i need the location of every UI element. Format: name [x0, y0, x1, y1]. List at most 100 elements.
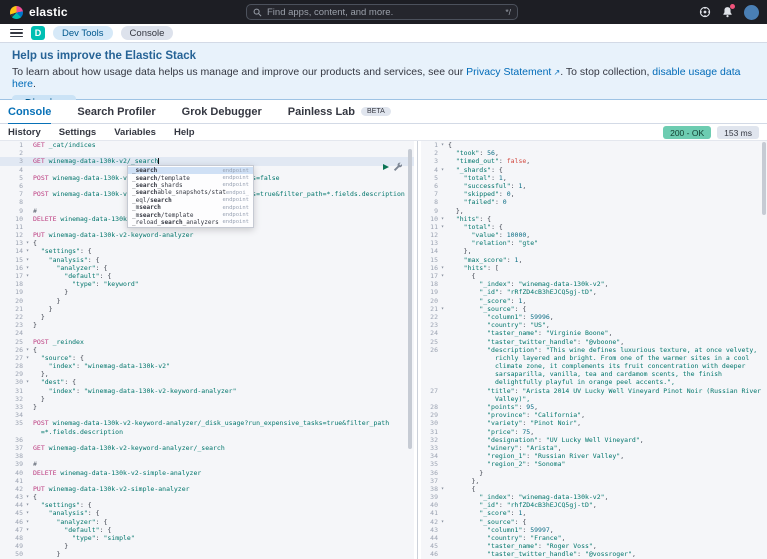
output-line-8[interactable]: 8 "failed": 0: [421, 198, 767, 206]
output-line-42[interactable]: 42▾ "_source": {: [421, 518, 767, 526]
output-line-22[interactable]: 22 "column1": 59996,: [421, 313, 767, 321]
global-search-input[interactable]: Find apps, content, and more. */: [246, 4, 518, 20]
output-line-18[interactable]: 18 "_index": "winemag-data-130k-v2",: [421, 280, 767, 288]
editor-line-24[interactable]: 24: [0, 329, 414, 337]
editor-line-44[interactable]: 44▾ "settings": {: [0, 501, 414, 509]
output-line-21[interactable]: 21▾ "_source": {: [421, 305, 767, 313]
autocomplete-item--reload-search-analyzers[interactable]: _reload_search_analyzersendpoint: [128, 219, 253, 226]
help-gear-icon[interactable]: [699, 6, 711, 18]
pane-resizer[interactable]: [417, 141, 418, 559]
editor-line-18[interactable]: 18 "type": "keyword": [0, 280, 414, 288]
editor-line-28[interactable]: 28 "index": "winemag-data-130k-v2": [0, 362, 414, 370]
tab-search-profiler[interactable]: Search Profiler: [77, 100, 155, 124]
console-menu-variables[interactable]: Variables: [114, 127, 156, 138]
editor-line-17[interactable]: 17▾ "default": {: [0, 272, 414, 280]
editor-line-46[interactable]: 46▾ "analyzer": {: [0, 518, 414, 526]
output-line-25[interactable]: 25 "taster_twitter_handle": "@vboone",: [421, 338, 767, 346]
editor-line-37[interactable]: 37GET winemag-data-130k-v2-keyword-analy…: [0, 444, 414, 452]
output-line-30[interactable]: 30 "variety": "Pinot Noir",: [421, 419, 767, 427]
output-line-27[interactable]: 27 "title": "Arista 2014 UV Lucky Well V…: [421, 387, 767, 395]
editor-line-47[interactable]: 47▾ "default": {: [0, 526, 414, 534]
editor-line-36[interactable]: 36: [0, 436, 414, 444]
output-line-24[interactable]: 24 "taster_name": "Virginie Boone",: [421, 329, 767, 337]
output-line-45[interactable]: 45 "taster_name": "Roger Voss",: [421, 542, 767, 550]
editor-line-48[interactable]: 48 "type": "simple": [0, 534, 414, 542]
output-line-39[interactable]: 39 "_index": "winemag-data-130k-v2",: [421, 493, 767, 501]
output-line-2[interactable]: 2 "took": 56,: [421, 149, 767, 157]
breadcrumb-dev-tools[interactable]: Dev Tools: [53, 26, 113, 40]
output-line-9[interactable]: 9 },: [421, 207, 767, 215]
output-line-wrap[interactable]: Valley)",: [421, 395, 767, 403]
output-line-44[interactable]: 44 "country": "France",: [421, 534, 767, 542]
autocomplete-item--msearch-template[interactable]: _msearch/templateendpoint: [128, 211, 253, 218]
autocomplete-item--search-shards[interactable]: _search_shardsendpoint: [128, 182, 253, 189]
editor-line-19[interactable]: 19 }: [0, 288, 414, 296]
output-line-15[interactable]: 15 "max_score": 1,: [421, 256, 767, 264]
console-menu-help[interactable]: Help: [174, 127, 195, 138]
output-line-32[interactable]: 32 "designation": "UV Lucky Well Vineyar…: [421, 436, 767, 444]
editor-line-23[interactable]: 23}: [0, 321, 414, 329]
output-line-10[interactable]: 10▾ "hits": {: [421, 215, 767, 223]
autocomplete-item--search-template[interactable]: _search/templateendpoint: [128, 174, 253, 181]
output-line-3[interactable]: 3 "timed_out": false,: [421, 157, 767, 165]
editor-line-12[interactable]: 12PUT winemag-data-130k-v2-keyword-analy…: [0, 231, 414, 239]
tab-painless-lab[interactable]: Painless LabBETA: [288, 100, 391, 124]
output-scrollbar[interactable]: [762, 142, 766, 215]
output-line-4[interactable]: 4▾ "_shards": {: [421, 166, 767, 174]
editor-line-43[interactable]: 43▾{: [0, 493, 414, 501]
editor-line-21[interactable]: 21 }: [0, 305, 414, 313]
editor-line-45[interactable]: 45▾ "analysis": {: [0, 509, 414, 517]
editor-line-16[interactable]: 16▾ "analyzer": {: [0, 264, 414, 272]
wrench-icon[interactable]: [393, 158, 402, 176]
output-line-wrap[interactable]: sarsaparilla, vanilla, tea and cardamom …: [421, 370, 767, 378]
console-menu-settings[interactable]: Settings: [59, 127, 96, 138]
user-avatar[interactable]: [744, 5, 759, 20]
output-line-17[interactable]: 17▾ {: [421, 272, 767, 280]
output-line-13[interactable]: 13 "relation": "gte": [421, 239, 767, 247]
output-line-wrap[interactable]: climate zone, it complements its fruit c…: [421, 362, 767, 370]
editor-line-32[interactable]: 32 }: [0, 395, 414, 403]
editor-line-35[interactable]: 35POST winemag-data-130k-v2-keyword-anal…: [0, 419, 414, 427]
editor-line-34[interactable]: 34: [0, 411, 414, 419]
editor-line-39[interactable]: 39#: [0, 460, 414, 468]
editor-line-2[interactable]: 2: [0, 149, 414, 157]
editor-line-14[interactable]: 14▾ "settings": {: [0, 247, 414, 255]
output-line-26[interactable]: 26 "description": "This wine defines lux…: [421, 346, 767, 354]
editor-line-30[interactable]: 30▾ "dest": {: [0, 378, 414, 386]
elastic-brand[interactable]: elastic: [10, 5, 68, 19]
privacy-statement-link[interactable]: Privacy Statement: [466, 66, 551, 78]
autocomplete-item--eql-search[interactable]: _eql/searchendpoint: [128, 197, 253, 204]
menu-hamburger-icon[interactable]: [10, 29, 23, 38]
response-output[interactable]: 1▾{2 "took": 56,3 "timed_out": false,4▾ …: [421, 141, 767, 559]
editor-line-22[interactable]: 22 }: [0, 313, 414, 321]
output-line-16[interactable]: 16▾ "hits": [: [421, 264, 767, 272]
editor-line-49[interactable]: 49 }: [0, 542, 414, 550]
editor-line-41[interactable]: 41: [0, 477, 414, 485]
editor-line-50[interactable]: 50 }: [0, 550, 414, 558]
output-line-37[interactable]: 37 },: [421, 477, 767, 485]
console-menu-history[interactable]: History: [8, 127, 41, 138]
notifications-bell-icon[interactable]: [722, 6, 733, 18]
request-editor[interactable]: 1GET _cat/indices23GET winemag-data-130k…: [0, 141, 414, 559]
editor-line-38[interactable]: 38: [0, 452, 414, 460]
editor-line-wrap[interactable]: =*.fields.description: [0, 428, 414, 436]
tab-console[interactable]: Console: [8, 100, 51, 124]
output-line-38[interactable]: 38▾ {: [421, 485, 767, 493]
editor-line-25[interactable]: 25POST _reindex: [0, 338, 414, 346]
output-line-36[interactable]: 36 }: [421, 469, 767, 477]
editor-line-27[interactable]: 27▾ "source": {: [0, 354, 414, 362]
editor-line-13[interactable]: 13▾{: [0, 239, 414, 247]
output-line-28[interactable]: 28 "points": 95,: [421, 403, 767, 411]
output-line-12[interactable]: 12 "value": 10000,: [421, 231, 767, 239]
output-line-5[interactable]: 5 "total": 1,: [421, 174, 767, 182]
autocomplete-popup[interactable]: _searchendpoint_search/templateendpoint_…: [127, 165, 254, 228]
editor-line-42[interactable]: 42PUT winemag-data-130k-v2-simple-analyz…: [0, 485, 414, 493]
editor-line-31[interactable]: 31 "index": "winemag-data-130k-v2-keywor…: [0, 387, 414, 395]
autocomplete-item--msearch[interactable]: _msearchendpoint: [128, 204, 253, 211]
editor-line-33[interactable]: 33}: [0, 403, 414, 411]
send-request-icon[interactable]: [383, 164, 389, 170]
output-line-34[interactable]: 34 "region_1": "Russian River Valley",: [421, 452, 767, 460]
autocomplete-item--searchable-snapshots-stats[interactable]: _searchable_snapshots/statsendpoi_: [128, 189, 253, 196]
autocomplete-item--search[interactable]: _searchendpoint: [128, 167, 253, 174]
output-line-19[interactable]: 19 "_id": "rRfZD4cB3hEJCQ5gj-tD",: [421, 288, 767, 296]
